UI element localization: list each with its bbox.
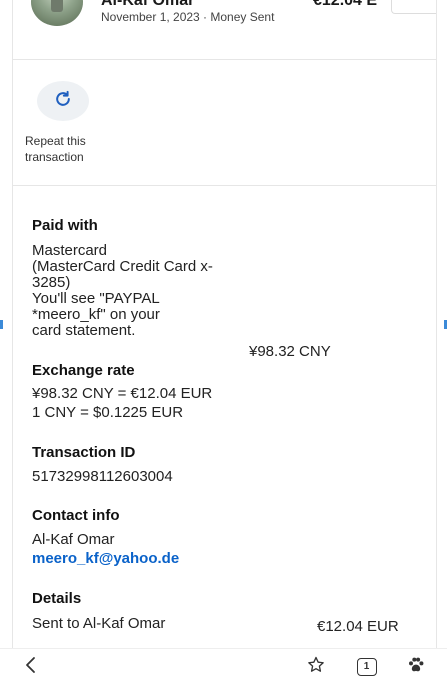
paid-with-card-number: 3285)	[32, 274, 71, 291]
paw-icon	[406, 655, 426, 680]
details-title: Details	[32, 590, 82, 607]
avatar	[31, 0, 83, 26]
details-label: Sent to Al-Kaf Omar	[32, 615, 166, 632]
bookmark-button[interactable]	[305, 656, 327, 678]
transaction-details-card: Paid with Mastercard (MasterCard Credit …	[12, 186, 437, 648]
statement-note-3: card statement.	[32, 322, 136, 339]
star-icon	[306, 655, 326, 680]
menu-button[interactable]	[405, 656, 427, 678]
contact-info-title: Contact info	[32, 507, 120, 524]
paid-with-card: (MasterCard Credit Card x-	[32, 258, 213, 275]
repeat-card: Repeat this transaction	[12, 60, 437, 186]
contact-name: Al-Kaf Omar	[32, 531, 115, 548]
tab-count: 1	[363, 661, 370, 672]
details-amount: €12.04 EUR	[317, 618, 399, 635]
back-chevron-icon	[23, 656, 39, 679]
tabs-icon: 1	[357, 658, 377, 676]
browser-bottom-bar: 1	[0, 648, 447, 682]
statement-note-1: You'll see "PAYPAL	[32, 290, 160, 307]
tabs-button[interactable]: 1	[356, 656, 378, 678]
exchange-rate-title: Exchange rate	[32, 362, 135, 379]
paid-with-title: Paid with	[32, 217, 98, 234]
transaction-id-title: Transaction ID	[32, 444, 136, 461]
transaction-id-value: 51732998112603004	[32, 468, 173, 485]
repeat-transaction-label[interactable]: Repeat this transaction	[25, 133, 125, 165]
left-scroll-marker	[0, 320, 3, 329]
corner-frame	[391, 0, 436, 14]
transaction-date-type: November 1, 2023 · Money Sent	[101, 10, 275, 24]
paid-with-method: Mastercard	[32, 242, 108, 259]
statement-note-2: *meero_kf" on your	[32, 306, 160, 323]
back-button[interactable]	[20, 656, 42, 678]
exchange-rate-line-1: ¥98.32 CNY = €12.04 EUR	[32, 385, 213, 402]
contact-email-link[interactable]: meero_kf@yahoo.de	[32, 551, 179, 567]
paid-amount: ¥98.32 CNY	[249, 343, 331, 360]
header-amount: €12.04 E	[313, 0, 378, 9]
repeat-transaction-button[interactable]	[37, 81, 89, 121]
exchange-rate-line-2: 1 CNY = $0.1225 EUR	[32, 404, 184, 421]
transaction-header-card: Al-Kaf Omar €12.04 E November 1, 2023 · …	[12, 0, 437, 60]
refresh-icon	[53, 89, 73, 114]
